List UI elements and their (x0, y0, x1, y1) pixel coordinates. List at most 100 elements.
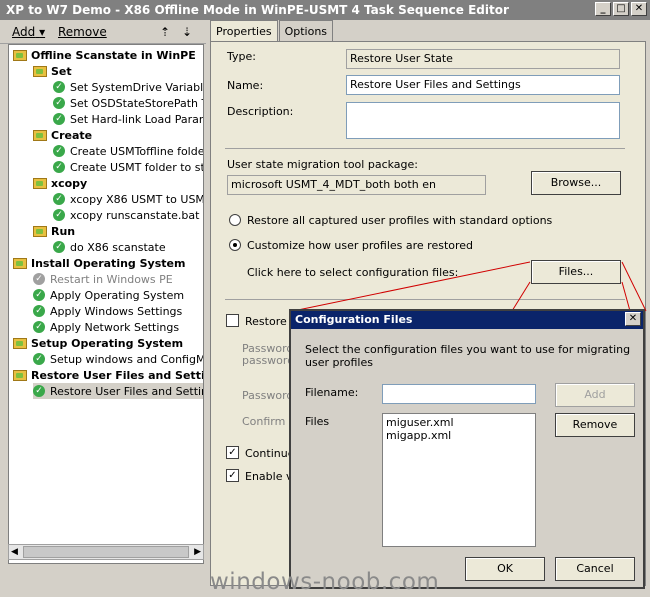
window-title: XP to W7 Demo - X86 Offline Mode in WinP… (6, 3, 509, 17)
divider (225, 299, 625, 300)
password-field-label: Password (242, 389, 294, 402)
remove-button[interactable]: Remove (555, 413, 635, 437)
tree-item-do-scanstate[interactable]: ✓ do X86 scanstate (53, 239, 166, 255)
package-label: User state migration tool package: (227, 158, 418, 171)
tree-item-create-usmtoffline[interactable]: ✓ Create USMToffline folder (53, 143, 203, 159)
tree-item-setup-windows-configmgr[interactable]: ✓ Setup windows and ConfigMgr (33, 351, 204, 367)
folder-icon (33, 65, 47, 77)
dialog-instruction: Select the configuration files you want … (305, 343, 631, 369)
tree-group-setup-os[interactable]: Setup Operating System (13, 335, 183, 351)
folder-icon (13, 257, 27, 269)
radio-restore-all-label: Restore all captured user profiles with … (247, 214, 553, 227)
radio-restore-all[interactable] (229, 214, 241, 226)
add-label: Add (12, 25, 36, 39)
tree-group-restore-user-files[interactable]: Restore User Files and Setting (13, 367, 204, 383)
continue-checkbox[interactable]: ✓ (226, 446, 239, 459)
radio-customize-label: Customize how user profiles are restored (247, 239, 474, 252)
add-button[interactable]: Add (555, 383, 635, 407)
ok-button[interactable]: OK (465, 557, 545, 581)
tree-item-label: Setup Operating System (31, 336, 184, 350)
tree-item-create-usmt-folder[interactable]: ✓ Create USMT folder to stor (53, 159, 204, 175)
tree-item-label: Create (51, 128, 93, 142)
tree-item-restore-user-files-selected[interactable]: ✓ Restore User Files and Settings (33, 383, 204, 399)
files-button[interactable]: Files... (531, 260, 621, 284)
enable-verbose-checkbox[interactable]: ✓ (226, 469, 239, 482)
chevron-down-icon: ▾ (39, 25, 46, 39)
move-up-icon[interactable]: ⇡ (160, 25, 170, 39)
add-menu-button[interactable]: Add ▾ (12, 25, 45, 39)
files-label: Files (305, 415, 330, 428)
tree-item-restart-winpe[interactable]: ✓ Restart in Windows PE (33, 271, 173, 287)
tree-item-set-systemdrive[interactable]: ✓ Set SystemDrive Variable (53, 79, 203, 95)
restore-local-checkbox[interactable] (226, 314, 239, 327)
tree-item-set-osdstatestorepath[interactable]: ✓ Set OSDStateStorePath Ta (53, 95, 203, 111)
scroll-left-icon[interactable]: ◀ (11, 547, 18, 557)
folder-icon (13, 337, 27, 349)
remove-button[interactable]: Remove (58, 25, 107, 39)
check-icon: ✓ (53, 241, 65, 253)
cancel-button[interactable]: Cancel (555, 557, 635, 581)
tree-item-apply-os[interactable]: ✓ Apply Operating System (33, 287, 184, 303)
watermark: windows-noob.com (210, 569, 440, 595)
tree-group-set[interactable]: Set (33, 63, 72, 79)
tree-group-install-os[interactable]: Install Operating System (13, 255, 185, 271)
files-listbox[interactable]: miguser.xml migapp.xml (382, 413, 536, 547)
tab-properties[interactable]: Properties (210, 20, 278, 42)
folder-icon (13, 369, 27, 381)
tree-group-run[interactable]: Run (33, 223, 75, 239)
tree-item-xcopy-runscanstate[interactable]: ✓ xcopy runscanstate.bat to (53, 207, 204, 223)
folder-icon (33, 177, 47, 189)
check-icon: ✓ (33, 385, 45, 397)
check-icon: ✓ (53, 97, 65, 109)
password-label-2: password (242, 354, 295, 367)
folder-icon (33, 129, 47, 141)
tree-group-create[interactable]: Create (33, 127, 92, 143)
type-label: Type: (227, 50, 256, 63)
tree-item-label: Restore User Files and Settings (50, 384, 204, 398)
name-field[interactable]: Restore User Files and Settings (346, 75, 620, 95)
check-icon: ✓ (33, 321, 45, 333)
divider (225, 148, 625, 149)
tree-item-label: xcopy X86 USMT to USMTb (70, 192, 204, 206)
tree-item-apply-windows-settings[interactable]: ✓ Apply Windows Settings (33, 303, 182, 319)
restore-local-label: Restore l (245, 315, 294, 328)
configuration-files-dialog: Configuration Files ✕ Select the configu… (289, 309, 645, 589)
tree-item-label: Restart in Windows PE (50, 272, 173, 286)
tree-item-label: Apply Operating System (50, 288, 185, 302)
close-icon[interactable]: ✕ (625, 312, 641, 326)
scroll-right-icon[interactable]: ▶ (194, 547, 201, 557)
list-item[interactable]: miguser.xml (386, 416, 532, 429)
tree-item-label: xcopy (51, 176, 88, 190)
tree-item-label: Apply Network Settings (50, 320, 180, 334)
tree-group-xcopy[interactable]: xcopy (33, 175, 87, 191)
tree-item-label: xcopy runscanstate.bat to (70, 208, 204, 222)
tree-horizontal-scrollbar[interactable]: ◀ ▶ (8, 544, 204, 560)
tree-item-label: Create USMT folder to stor (70, 160, 204, 174)
check-icon: ✓ (53, 145, 65, 157)
tree-item-set-hardlink[interactable]: ✓ Set Hard-link Load Paramet (53, 111, 203, 127)
dialog-title-bar: Configuration Files ✕ (291, 311, 643, 329)
type-field: Restore User State (346, 49, 620, 69)
move-down-icon[interactable]: ⇣ (182, 25, 192, 39)
filename-input[interactable] (382, 384, 536, 404)
tree-group-offline-scanstate[interactable]: Offline Scanstate in WinPE (13, 47, 196, 63)
tree-item-apply-network-settings[interactable]: ✓ Apply Network Settings (33, 319, 179, 335)
config-files-label: Click here to select configuration files… (247, 266, 459, 279)
radio-customize[interactable] (229, 239, 241, 251)
tab-options[interactable]: Options (278, 20, 334, 42)
name-label: Name: (227, 79, 264, 92)
list-item[interactable]: migapp.xml (386, 429, 532, 442)
scrollbar-thumb[interactable] (23, 546, 189, 558)
browse-button[interactable]: Browse... (531, 171, 621, 195)
task-toolbar: Add ▾ Remove ⇡ ⇣ (0, 20, 206, 44)
description-field[interactable] (346, 102, 620, 139)
tree-item-label: Run (51, 224, 76, 238)
minimize-icon[interactable]: _ (595, 2, 611, 16)
maximize-icon[interactable]: □ (613, 2, 629, 16)
tree-item-xcopy-usmt[interactable]: ✓ xcopy X86 USMT to USMTb (53, 191, 204, 207)
close-icon[interactable]: ✕ (631, 2, 647, 16)
tree-item-label: Apply Windows Settings (50, 304, 183, 318)
tree-item-label: Setup windows and ConfigMgr (50, 352, 204, 366)
check-icon: ✓ (53, 81, 65, 93)
tree-item-label: Restore User Files and Setting (31, 368, 204, 382)
